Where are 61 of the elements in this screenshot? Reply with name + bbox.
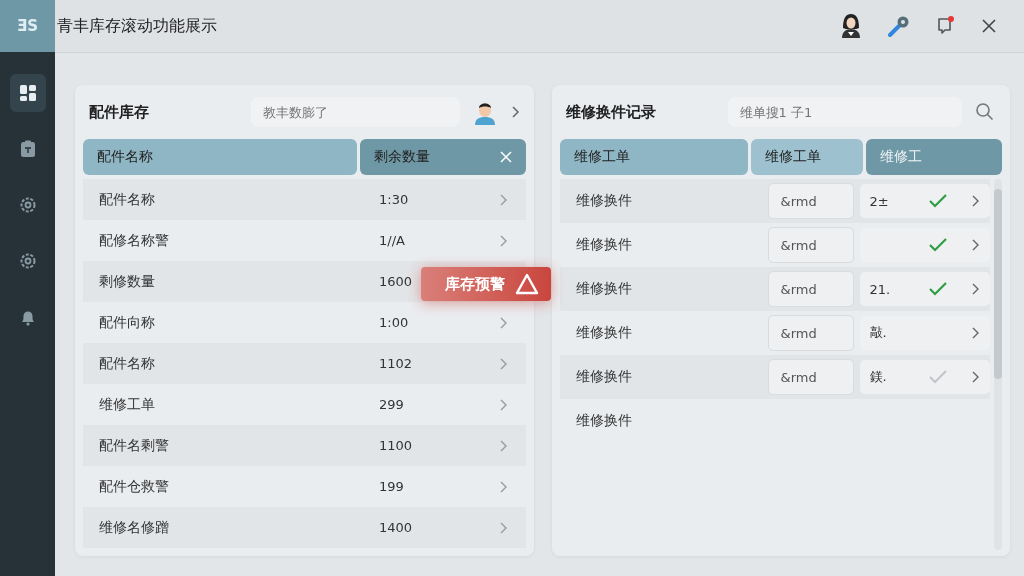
table-cell-text: 维修换件 bbox=[575, 324, 633, 342]
table-cell-text: 配件仓救警 bbox=[99, 477, 170, 496]
table-cell: 199 bbox=[379, 479, 404, 494]
table-cell: 1400 bbox=[379, 520, 413, 535]
column-header[interactable]: 维修工单 bbox=[559, 139, 749, 175]
worker-name: 2± bbox=[869, 193, 890, 209]
order-tag[interactable]: &rmd bbox=[767, 271, 854, 307]
table-cell-text: 配件向称 bbox=[99, 313, 156, 332]
search-field[interactable]: 教丰数膨了 bbox=[251, 97, 460, 127]
table-cell-text: 维修换件 bbox=[575, 236, 633, 254]
table-cell-text: 配件名称 bbox=[99, 354, 156, 373]
alert-label: 库存预警 bbox=[445, 274, 505, 294]
worker-cell[interactable]: 敲. bbox=[859, 316, 990, 350]
table-cell: 299 bbox=[379, 397, 404, 412]
worker-cell[interactable]: 21. bbox=[859, 272, 990, 306]
column-header[interactable]: 剩余数量 bbox=[360, 139, 526, 175]
sidebar-item[interactable] bbox=[9, 74, 46, 112]
warning-icon bbox=[515, 273, 539, 295]
column-header[interactable]: 维修工单 bbox=[751, 139, 863, 175]
app-logo: ƎS bbox=[0, 0, 55, 52]
table-cell-text: 维修工单 bbox=[99, 395, 156, 414]
close-icon[interactable] bbox=[980, 17, 998, 35]
table-cell: 1100 bbox=[379, 438, 413, 453]
search-icon[interactable] bbox=[974, 101, 996, 123]
table-cell-text: 维修换件 bbox=[575, 280, 633, 298]
worker-name: 鎂. bbox=[869, 368, 888, 386]
order-tag[interactable]: &rmd bbox=[767, 315, 854, 351]
table-cell-text: 配修名称警 bbox=[99, 231, 170, 250]
worker-cell[interactable] bbox=[859, 228, 990, 262]
table-cell: 1600 bbox=[379, 274, 413, 289]
worker-cell[interactable]: 2± bbox=[859, 184, 990, 218]
table-cell: 1:30 bbox=[379, 192, 409, 207]
table-cell-text: 维修换件 bbox=[575, 368, 633, 386]
worker-name: 21. bbox=[869, 281, 892, 297]
panel-title: 配件库存 bbox=[89, 102, 150, 122]
table-cell-text: 维修名修蹭 bbox=[99, 518, 170, 537]
column-header[interactable]: 配件名称 bbox=[83, 139, 358, 175]
table-cell-text: 配件名剩警 bbox=[99, 436, 170, 455]
order-tag[interactable]: &rmd bbox=[767, 227, 854, 263]
order-tag[interactable]: &rmd bbox=[767, 359, 854, 395]
table-cell: 1//A bbox=[379, 233, 405, 248]
chevron-icon[interactable] bbox=[970, 326, 980, 340]
order-tag[interactable]: &rmd bbox=[767, 183, 854, 219]
table-cell: 1:00 bbox=[379, 315, 409, 330]
table-cell-text: 配件名称 bbox=[99, 190, 156, 209]
chevron-icon[interactable] bbox=[970, 282, 980, 296]
panel-title: 维修换件记录 bbox=[565, 102, 657, 122]
chevron-icon[interactable] bbox=[509, 105, 520, 119]
window-title: 青丰库存滚动功能展示 bbox=[57, 15, 217, 37]
table-cell: 1102 bbox=[379, 356, 413, 371]
chevron-icon[interactable] bbox=[970, 194, 980, 208]
scrollbar[interactable] bbox=[994, 179, 1002, 550]
chevron-icon[interactable] bbox=[970, 238, 980, 252]
dashboard-icon bbox=[17, 83, 38, 103]
table-cell-text: 剩修数量 bbox=[99, 272, 156, 291]
table-cell-text: 维修换件 bbox=[575, 192, 633, 210]
chevron-icon[interactable] bbox=[970, 370, 980, 384]
worker-name: 敲. bbox=[869, 324, 888, 342]
worker-cell[interactable]: 鎂. bbox=[859, 360, 990, 394]
search-field[interactable]: 维单搜1 子1 bbox=[727, 97, 962, 127]
table-cell-text: 维修换件 bbox=[575, 412, 633, 430]
